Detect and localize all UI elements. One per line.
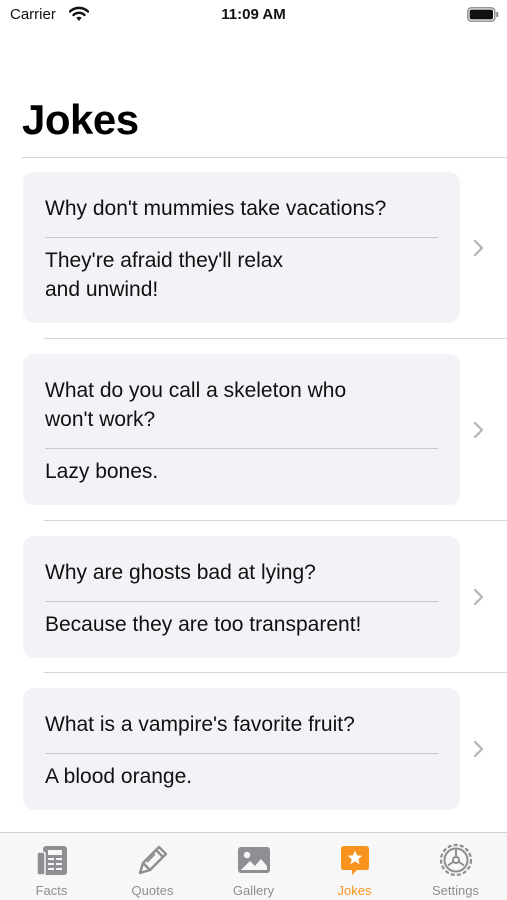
joke-question: What is a vampire's favorite fruit? xyxy=(45,713,355,736)
tab-label: Quotes xyxy=(131,883,174,898)
joke-card: Why are ghosts bad at lying? Because the… xyxy=(23,536,460,658)
facts-icon xyxy=(36,846,67,876)
joke-card: What is a vampire's favorite fruit? A bl… xyxy=(23,688,460,810)
chevron-right-icon xyxy=(473,588,484,606)
tab-settings[interactable]: Settings xyxy=(405,833,506,900)
battery-icon xyxy=(467,7,499,22)
tab-gallery[interactable]: Gallery xyxy=(203,833,304,900)
joke-card: What do you call a skeleton who won't wor… xyxy=(23,354,460,505)
settings-icon xyxy=(439,843,473,877)
joke-row[interactable]: Why are ghosts bad at lying? Because the… xyxy=(0,536,507,658)
tab-jokes[interactable]: Jokes xyxy=(304,833,405,900)
tab-label: Gallery xyxy=(232,883,275,898)
chevron-right-icon xyxy=(473,740,484,758)
tab-facts[interactable]: Facts xyxy=(1,833,102,900)
page-title: Jokes xyxy=(22,96,139,143)
joke-answer: They're afraid they'll relax and unwind! xyxy=(45,249,283,301)
row-divider xyxy=(44,672,507,673)
joke-row[interactable]: Why don't mummies take vacations? They'r… xyxy=(0,172,507,324)
joke-question: What do you call a skeleton who won't wor… xyxy=(45,379,347,431)
chevron-right-icon xyxy=(473,239,484,257)
tab-quotes[interactable]: Quotes xyxy=(102,833,203,900)
tab-label: Facts xyxy=(35,883,68,898)
tab-label: Settings xyxy=(432,883,479,898)
gallery-icon xyxy=(238,847,270,873)
joke-question: Why don't mummies take vacations? xyxy=(45,197,387,220)
joke-row[interactable]: What is a vampire's favorite fruit? A bl… xyxy=(0,688,507,810)
status-time: 11:09 AM xyxy=(221,6,286,23)
jokes-icon xyxy=(341,846,369,875)
joke-row[interactable]: What do you call a skeleton who won't wor… xyxy=(0,354,507,506)
joke-answer: Because they are too transparent! xyxy=(45,613,362,636)
jokes-screen: Carrier 11:09 AM Jokes Why don't mummies… xyxy=(0,0,507,900)
quotes-icon xyxy=(138,845,168,875)
tab-label: Jokes xyxy=(337,883,372,898)
tab-bar: Facts Quotes Gallery Jokes Settings xyxy=(0,832,507,900)
status-bar: Carrier 11:09 AM xyxy=(0,0,507,30)
joke-question: Why are ghosts bad at lying? xyxy=(45,561,316,584)
row-divider xyxy=(44,520,507,521)
title-divider xyxy=(22,157,507,158)
row-divider xyxy=(44,338,507,339)
joke-answer: A blood orange. xyxy=(45,765,193,788)
joke-answer: Lazy bones. xyxy=(45,460,159,483)
chevron-right-icon xyxy=(473,421,484,439)
joke-card: Why don't mummies take vacations? They'r… xyxy=(23,172,460,323)
